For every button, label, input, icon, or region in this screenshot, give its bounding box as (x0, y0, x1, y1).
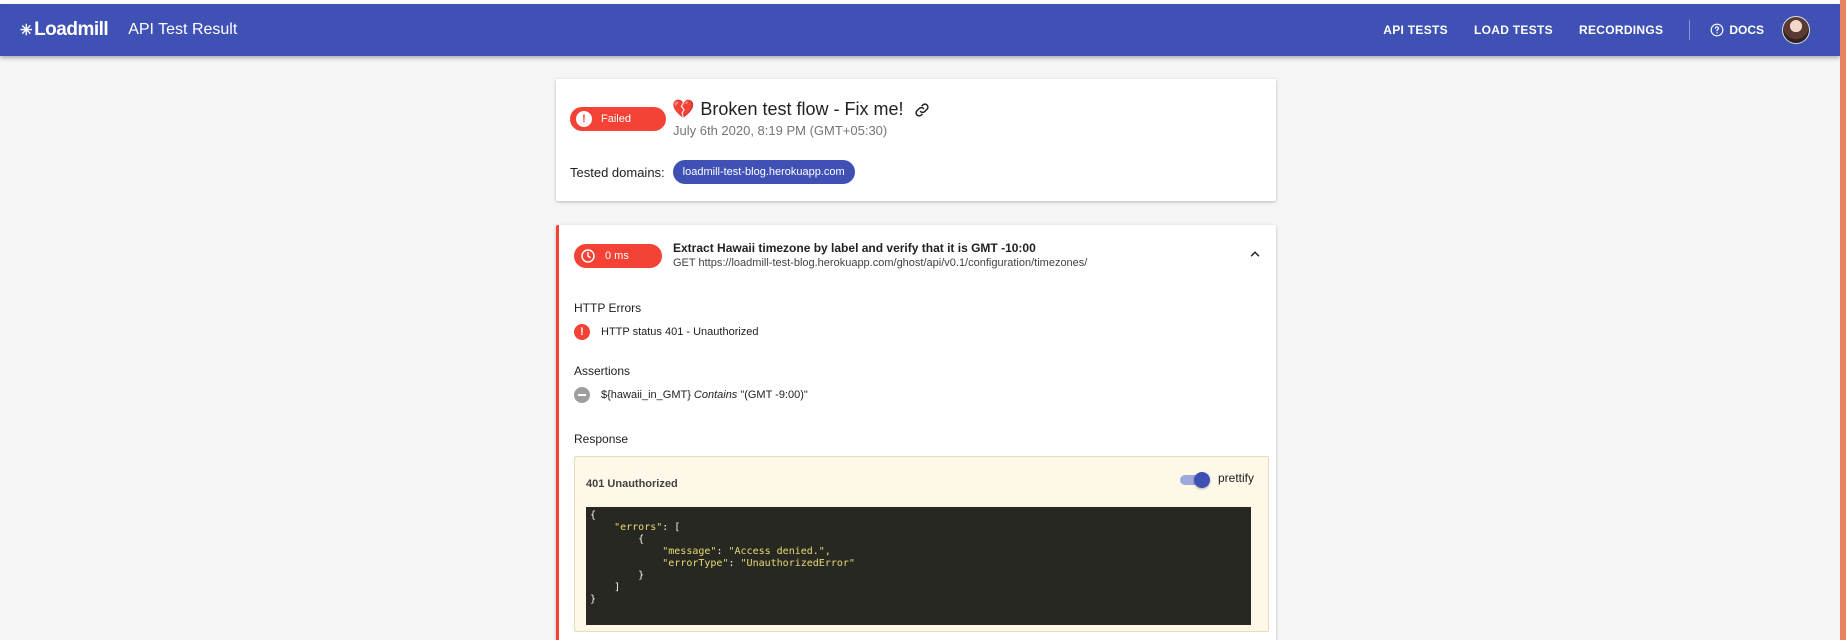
error-icon: ! (574, 324, 590, 340)
skipped-icon (574, 387, 590, 403)
assertion-row: ${hawaii_in_GMT} Contains "(GMT -9:00)" (574, 387, 808, 403)
code-line: } (590, 594, 597, 605)
help-circle-icon (1710, 23, 1724, 37)
assertion-variable: ${hawaii_in_GMT} (601, 389, 691, 401)
assertion-value: "(GMT -9:00)" (740, 389, 808, 401)
response-panel: 401 Unauthorized prettify { "errors": [ … (574, 456, 1269, 632)
json-key: "errors" (614, 522, 663, 533)
nav-load-tests[interactable]: LOAD TESTS (1474, 23, 1553, 37)
request-card: 0 ms Extract Hawaii timezone by label an… (556, 225, 1276, 640)
response-heading: Response (574, 432, 629, 446)
docs-label: DOCS (1729, 23, 1764, 37)
code-line: ] (614, 582, 621, 593)
broken-heart-icon: 💔 (672, 99, 695, 119)
test-title-row: 💔 Broken test flow - Fix me! (672, 99, 931, 120)
response-status: 401 Unauthorized (586, 478, 678, 490)
prettify-label: prettify (1217, 471, 1254, 485)
clock-icon (581, 249, 595, 263)
right-edge-bar (1840, 0, 1846, 640)
response-body: { "errors": [ { "message": "Access denie… (586, 507, 1251, 625)
loadmill-logo-icon: ✳ (20, 22, 33, 39)
summary-card: ! Failed 💔 Broken test flow - Fix me! Ju… (556, 79, 1276, 201)
docs-link[interactable]: DOCS (1710, 23, 1764, 37)
link-icon[interactable] (913, 101, 931, 119)
assertions-heading: Assertions (574, 364, 631, 378)
code-line: } (638, 570, 645, 581)
json-key: "errorType" (662, 558, 729, 569)
code-line: "message": "Access denied.", (662, 546, 831, 557)
request-title: Extract Hawaii timezone by label and ver… (673, 241, 1036, 255)
status-badge: ! Failed (570, 107, 666, 131)
status-badge-label: Failed (601, 113, 631, 125)
json-value: "Access denied.", (728, 546, 831, 557)
tested-domains-label: Tested domains: (570, 164, 665, 180)
app-bar: ✳ Loadmill API Test Result API TESTS LOA… (0, 4, 1840, 56)
nav-divider (1689, 20, 1691, 40)
user-avatar[interactable] (1782, 16, 1810, 44)
code-line: "errors": [ (614, 522, 681, 533)
nav-api-tests[interactable]: API TESTS (1383, 23, 1448, 37)
top-nav: API TESTS LOAD TESTS RECORDINGS DOCS (1383, 4, 1840, 56)
error-icon: ! (576, 111, 592, 127)
http-error-text: HTTP status 401 - Unauthorized (601, 326, 759, 338)
loadmill-logo[interactable]: ✳ Loadmill (20, 19, 109, 41)
nav-recordings[interactable]: RECORDINGS (1579, 23, 1663, 37)
test-title: Broken test flow - Fix me! (700, 99, 904, 119)
prettify-toggle[interactable] (1180, 472, 1210, 488)
domain-chip[interactable]: loadmill-test-blog.herokuapp.com (672, 160, 855, 184)
assertion-operator: Contains (693, 389, 738, 401)
code-line: { (638, 534, 645, 545)
code-line: { (590, 510, 597, 521)
json-value: "UnauthorizedError" (740, 558, 855, 569)
duration-badge: 0 ms (574, 244, 662, 268)
json-key: "message" (662, 546, 717, 557)
duration-label: 0 ms (605, 250, 629, 262)
test-date: July 6th 2020, 8:19 PM (GMT+05:30) (673, 123, 888, 138)
code-line: "errorType": "UnauthorizedError" (662, 558, 855, 569)
request-url: GET https://loadmill-test-blog.herokuapp… (673, 257, 1088, 269)
tested-domains: Tested domains: loadmill-test-blog.herok… (570, 160, 855, 184)
collapse-chevron-icon[interactable] (1248, 247, 1262, 266)
logo-text: Loadmill (34, 19, 109, 40)
http-errors-heading: HTTP Errors (574, 301, 642, 315)
page-title: API Test Result (128, 21, 238, 38)
http-error-row: ! HTTP status 401 - Unauthorized (574, 324, 759, 340)
